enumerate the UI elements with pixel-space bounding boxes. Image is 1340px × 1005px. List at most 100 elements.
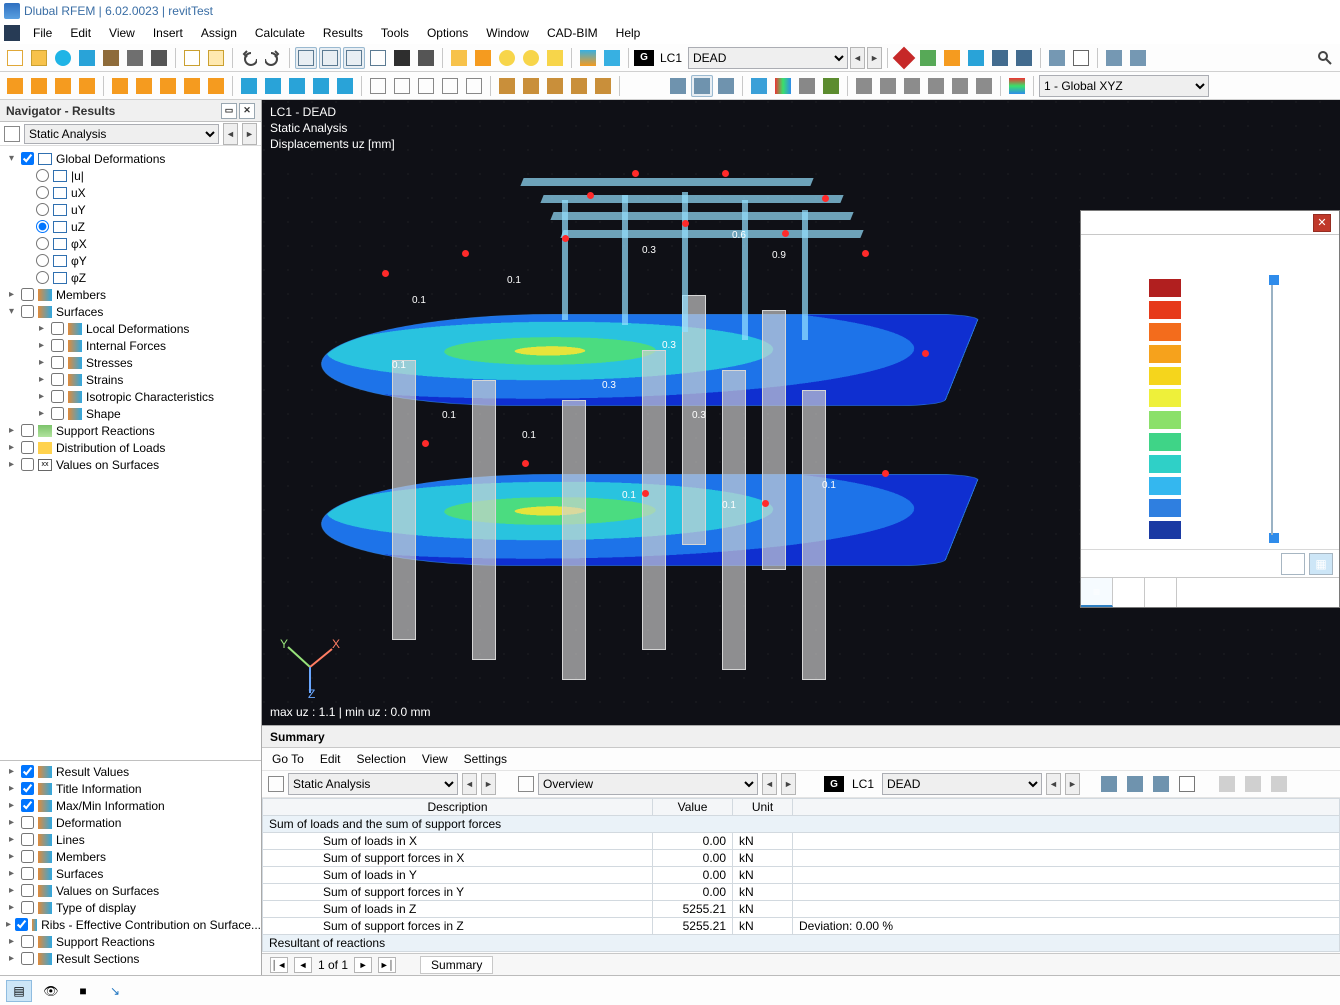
comp-ux[interactable]: uX — [71, 186, 86, 200]
opt-check[interactable] — [21, 850, 34, 863]
surf-strain[interactable]: Strains — [86, 373, 123, 387]
display-toggle-icon[interactable] — [1046, 47, 1068, 69]
loadcase-select[interactable]: DEAD — [688, 47, 848, 69]
grid-tool-icon[interactable] — [367, 75, 389, 97]
table-view-icon[interactable] — [295, 47, 317, 69]
summary-table[interactable]: Description Value Unit Sum of loads and … — [262, 798, 1340, 952]
opt-check[interactable] — [21, 799, 34, 812]
surf-internal[interactable]: Internal Forces — [86, 339, 166, 353]
summary-view-prev[interactable]: ◄ — [762, 773, 777, 795]
summary-menu-goto[interactable]: Go To — [272, 752, 304, 766]
navigator-close-icon[interactable]: ✕ — [239, 103, 255, 119]
opt-label[interactable]: Members — [56, 850, 106, 864]
opening-tool-icon[interactable] — [109, 75, 131, 97]
col-note[interactable] — [793, 799, 1340, 816]
summary-menu-edit[interactable]: Edit — [320, 752, 341, 766]
comp-uz[interactable]: uZ — [71, 220, 85, 234]
menu-window[interactable]: Window — [477, 22, 538, 44]
opt-check[interactable] — [21, 782, 34, 795]
surf-shape[interactable]: Shape — [86, 407, 121, 421]
mirror-tool-icon[interactable] — [286, 75, 308, 97]
node-support[interactable]: Support Reactions — [56, 424, 155, 438]
radio-phix[interactable] — [36, 237, 49, 250]
opt-label[interactable]: Title Information — [56, 782, 142, 796]
summary-lc-prev[interactable]: ◄ — [1046, 773, 1061, 795]
ultimate-icon[interactable] — [989, 47, 1011, 69]
menu-insert[interactable]: Insert — [144, 22, 192, 44]
analysis-type-select[interactable]: Static Analysis — [24, 124, 219, 144]
node-valsurf[interactable]: Values on Surfaces — [56, 458, 159, 472]
clear-results-icon[interactable] — [893, 47, 915, 69]
analysis-next[interactable]: ► — [242, 123, 257, 145]
viewport-3d[interactable]: LC1 - DEAD Static Analysis Displacements… — [262, 100, 1340, 725]
clip3-icon[interactable] — [901, 75, 923, 97]
zoom-icon[interactable] — [520, 47, 542, 69]
surf-shape-check[interactable] — [51, 407, 64, 420]
line-tool-icon[interactable] — [28, 75, 50, 97]
solid-tool-icon[interactable] — [133, 75, 155, 97]
view-iso-icon[interactable] — [667, 75, 689, 97]
node-members-check[interactable] — [21, 288, 34, 301]
filter-results-icon[interactable] — [1150, 773, 1172, 795]
menu-edit[interactable]: Edit — [61, 22, 100, 44]
show-loads-icon[interactable] — [601, 47, 623, 69]
opt-check[interactable] — [21, 867, 34, 880]
diagram-icon[interactable] — [748, 75, 770, 97]
node-tool-icon[interactable] — [4, 75, 26, 97]
measure-icon[interactable] — [544, 47, 566, 69]
show-in-view-icon[interactable] — [1098, 773, 1120, 795]
calc-all-icon[interactable] — [448, 47, 470, 69]
release-tool-icon[interactable] — [205, 75, 227, 97]
misc-4-icon[interactable] — [568, 75, 590, 97]
menu-options[interactable]: Options — [418, 22, 477, 44]
radio-uy[interactable] — [36, 203, 49, 216]
table-view3-icon[interactable] — [343, 47, 365, 69]
panel-tab-colorscale[interactable]: ≡ — [1081, 578, 1113, 607]
view-solid-icon[interactable] — [715, 75, 737, 97]
summary-menu-selection[interactable]: Selection — [357, 752, 406, 766]
comp-uy[interactable]: uY — [71, 203, 86, 217]
new-file-icon[interactable] — [4, 47, 26, 69]
clip5-icon[interactable] — [949, 75, 971, 97]
summary-lc-next[interactable]: ► — [1065, 773, 1080, 795]
rotate-tool-icon[interactable] — [262, 75, 284, 97]
table-view2-icon[interactable] — [319, 47, 341, 69]
tab-results-icon[interactable]: ↘ — [102, 980, 128, 1002]
pager-last[interactable]: ►│ — [378, 957, 396, 973]
opt-check[interactable] — [21, 952, 34, 965]
clip1-icon[interactable] — [853, 75, 875, 97]
grid2-tool-icon[interactable] — [391, 75, 413, 97]
opt-check[interactable] — [21, 884, 34, 897]
section-icon[interactable] — [820, 75, 842, 97]
misc-2-icon[interactable] — [520, 75, 542, 97]
node-valsurf-check[interactable] — [21, 458, 34, 471]
print-icon[interactable] — [148, 47, 170, 69]
redo-icon[interactable] — [262, 47, 284, 69]
comp-phiz[interactable]: φZ — [71, 271, 86, 285]
comp-u[interactable]: |u| — [71, 169, 84, 183]
summary-menu-view[interactable]: View — [422, 752, 448, 766]
opt-check[interactable] — [15, 918, 28, 931]
summary-type-next[interactable]: ► — [481, 773, 496, 795]
radio-u[interactable] — [36, 169, 49, 182]
result-arrow-icon[interactable] — [941, 47, 963, 69]
grid3-tool-icon[interactable] — [415, 75, 437, 97]
export-icon[interactable] — [1216, 773, 1238, 795]
scale-tool-icon[interactable] — [310, 75, 332, 97]
panel-tab-filter[interactable]: ⧉ — [1145, 578, 1177, 607]
opt-check[interactable] — [21, 901, 34, 914]
surf-localdef-check[interactable] — [51, 322, 64, 335]
optimize-icon[interactable] — [472, 47, 494, 69]
pager-next[interactable]: ► — [354, 957, 372, 973]
opt-label[interactable]: Ribs - Effective Contribution on Surface… — [41, 918, 261, 932]
show-values-icon[interactable] — [1176, 773, 1198, 795]
undo-icon[interactable] — [238, 47, 260, 69]
surf-strain-check[interactable] — [51, 373, 64, 386]
copy-tool-icon[interactable] — [334, 75, 356, 97]
render-icon[interactable] — [796, 75, 818, 97]
legend-apply-icon[interactable]: ▦ — [1309, 553, 1333, 575]
opt-check[interactable] — [21, 816, 34, 829]
radio-phiz[interactable] — [36, 271, 49, 284]
opt-label[interactable]: Deformation — [56, 816, 121, 830]
model-check-icon[interactable] — [100, 47, 122, 69]
